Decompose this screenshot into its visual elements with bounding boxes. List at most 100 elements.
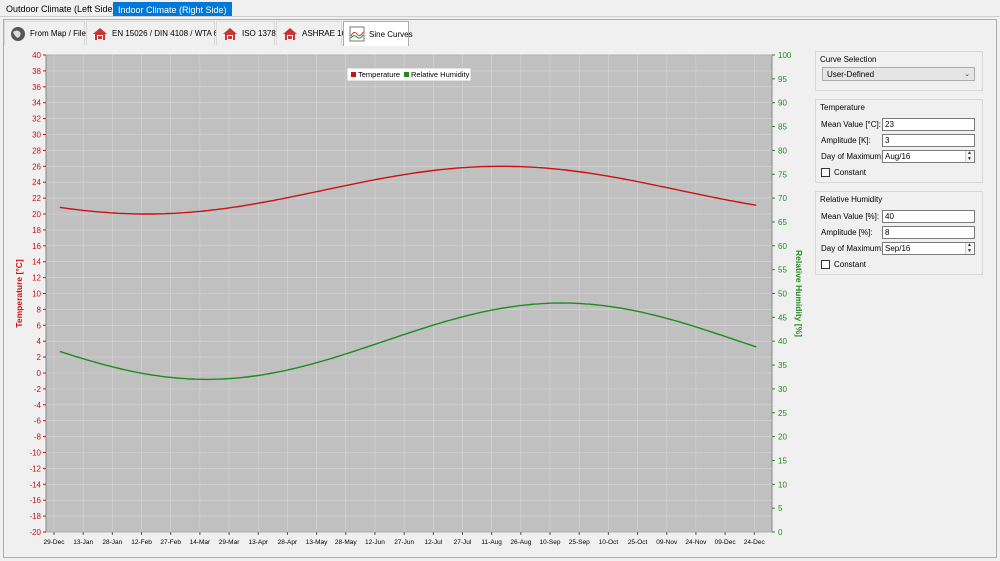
x-tick-label: 28-May [335,539,357,546]
temperature-day-label: Day of Maximum: [821,152,884,161]
x-tick-label: 12-Feb [131,539,152,546]
tab-ashrae160[interactable]: ASHRAE 160 [276,21,350,45]
x-tick-label: 27-Feb [160,539,181,546]
humidity-day-value: Sep/16 [885,244,911,253]
humidity-amplitude-input[interactable]: 8 [882,226,975,239]
tab-iso13788[interactable]: ISO 13788 [216,21,280,45]
x-tick-label: 27-Jul [454,539,472,546]
y-right-tick-label: 70 [778,194,787,203]
tab-from-map-file[interactable]: From Map / File [4,21,86,45]
humidity-day-row: Day of Maximum: Sep/16 ▲ ▼ [821,242,979,255]
tab-en15026[interactable]: EN 15026 / DIN 4108 / WTA 6-2 [86,21,225,45]
humidity-mean-input[interactable]: 40 [882,210,975,223]
y-left-tick-label: 26 [32,162,41,171]
y-left-tick-label: 8 [37,305,42,314]
humidity-title: Relative Humidity [820,195,883,204]
y-right-tick-label: 30 [778,385,787,394]
temperature-panel: Temperature Mean Value [°C]: 23 Amplitud… [815,99,983,183]
y-left-tick-label: -2 [34,385,42,394]
y-right-tick-label: 35 [778,361,787,370]
y-left-tick-label: 12 [32,274,41,283]
x-tick-label: 12-Jun [365,539,385,546]
legend-label-temperature: Temperature [358,70,400,79]
tab-sine-curves[interactable]: Sine Curves [343,21,413,46]
y-left-tick-label: 40 [32,51,41,60]
y-left-tick-label: 38 [32,67,41,76]
curve-selection-dropdown[interactable]: User-Defined ⌄ [822,67,975,81]
y-left-tick-label: 14 [32,258,41,267]
humidity-mean-row: Mean Value [%]: 40 [821,210,979,223]
y-right-tick-label: 85 [778,123,787,132]
humidity-day-spinner[interactable]: ▲ ▼ [965,243,973,254]
top-tab-bar: Outdoor Climate (Left Side) Indoor Clima… [0,0,1000,17]
house-icon [92,26,108,42]
temperature-day-input[interactable]: Aug/16 ▲ ▼ [882,150,975,163]
y-left-tick-label: 18 [32,226,41,235]
humidity-day-input[interactable]: Sep/16 ▲ ▼ [882,242,975,255]
x-tick-label: 28-Apr [278,539,298,546]
x-tick-label: 24-Nov [685,539,707,546]
chevron-down-icon: ⌄ [964,71,970,78]
y-left-tick-label: 6 [37,321,42,330]
curve-selection-title: Curve Selection [820,55,877,64]
temperature-mean-label: Mean Value [°C]: [821,120,881,129]
temperature-constant-checkbox[interactable]: Constant [821,167,866,178]
y-left-tick-label: 16 [32,242,41,251]
checkbox-box[interactable] [821,260,830,269]
y-left-tick-label: -16 [29,496,41,505]
y-right-tick-label: 60 [778,242,787,251]
x-tick-label: 29-Dec [44,539,66,546]
tab-label: ISO 13788 [242,29,281,38]
x-tick-label: 13-May [306,539,328,546]
legend-swatch-temperature [351,72,356,77]
x-tick-label: 27-Jun [394,539,414,546]
temperature-title: Temperature [820,103,865,112]
y-right-tick-label: 90 [778,99,787,108]
tab-label: Sine Curves [369,29,413,39]
legend-label-humidity: Relative Humidity [411,70,470,79]
y-left-tick-label: 36 [32,83,41,92]
x-tick-label: 25-Sep [569,539,590,546]
x-tick-label: 10-Sep [540,539,561,546]
x-tick-label: 12-Jul [424,539,442,546]
y-right-tick-label: 45 [778,313,787,322]
spin-down-icon[interactable]: ▼ [965,248,973,254]
x-tick-label: 11-Aug [481,539,502,546]
y-right-tick-label: 0 [778,528,783,537]
temperature-amplitude-input[interactable]: 3 [882,134,975,147]
curve-selection-value: User-Defined [827,70,875,79]
y-left-tick-label: -12 [29,464,41,473]
x-tick-label: 26-Aug [510,539,531,546]
x-tick-label: 25-Oct [628,539,648,546]
tab-outdoor-climate[interactable]: Outdoor Climate (Left Side) [2,2,120,16]
y-left-tick-label: -14 [29,480,41,489]
x-tick-label: 29-Mar [219,539,240,546]
spin-down-icon[interactable]: ▼ [965,156,973,162]
y-right-tick-label: 15 [778,456,787,465]
checkbox-box[interactable] [821,168,830,177]
temperature-mean-input[interactable]: 23 [882,118,975,131]
tab-indoor-climate[interactable]: Indoor Climate (Right Side) [113,2,232,16]
x-tick-label: 13-Apr [248,539,268,546]
curve-selection-panel: Curve Selection User-Defined ⌄ [815,51,983,91]
x-tick-label: 09-Dec [715,539,737,546]
temperature-day-spinner[interactable]: ▲ ▼ [965,151,973,162]
x-tick-label: 14-Mar [190,539,211,546]
y-left-tick-label: -18 [29,512,41,521]
y-left-tick-label: 10 [32,290,41,299]
y-right-tick-label: 20 [778,433,787,442]
y-left-tick-label: 30 [32,131,41,140]
x-tick-label: 09-Nov [656,539,678,546]
temperature-day-value: Aug/16 [885,152,911,161]
y-left-tick-label: -6 [34,417,42,426]
y-right-tick-label: 40 [778,337,787,346]
y-left-tick-label: 0 [37,369,42,378]
y-left-tick-label: 20 [32,210,41,219]
y-left-tick-label: -20 [29,528,41,537]
sine-curves-chart: -20 -18 -16 -14 -12 -10 -8 -6 -4 -2 0 2 4 6 8 10 12 14 16 1… [4,46,808,556]
y-left-tick-label: 4 [37,337,42,346]
x-tick-label: 13-Jan [73,539,93,546]
y-left-tick-label: 32 [32,115,41,124]
humidity-constant-checkbox[interactable]: Constant [821,259,866,270]
y-right-tick-label: 75 [778,170,787,179]
